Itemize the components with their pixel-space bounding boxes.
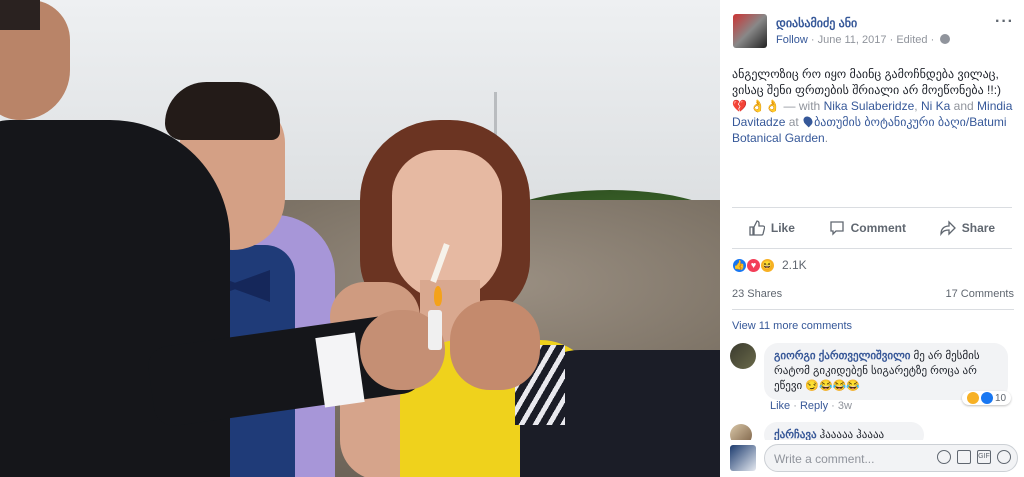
sticker-icon[interactable] [997,450,1011,464]
left-man-hair [0,0,40,30]
globe-icon[interactable] [940,34,951,44]
comment-button[interactable]: Comment [829,220,906,236]
comment-emojis: 😏😂😂😂 [805,380,861,392]
caption-text: ანგელოზიც რო იყო მაინც გამოჩნდება ვილაც,… [732,67,1002,97]
post-meta: Follow · June 11, 2017 · Edited · [776,34,951,46]
tag-link-2[interactable]: Ni Ka [921,99,950,113]
with-prefix: — with [783,99,821,113]
shares-count[interactable]: 23 Shares [732,288,782,300]
meta-dot: · [930,34,938,46]
commenter-avatar[interactable] [730,424,752,440]
left-man-suit [0,120,230,477]
like-reaction-icon: 👍 [732,257,747,273]
lighter [428,310,442,350]
post-caption: ანგელოზიც რო იყო მაინც გამოჩნდება ვილაც,… [732,66,1016,146]
comment-placeholder: Write a comment... [774,452,875,466]
comment-label: Comment [850,221,906,235]
post-side-panel: დიასამიძე ანი Follow · June 11, 2017 · E… [720,0,1024,477]
share-button[interactable]: Share [940,220,995,236]
comment-like-link[interactable]: Like [770,400,790,412]
reaction-count[interactable]: 2.1K [782,258,807,272]
comment-input[interactable]: Write a comment... GIF [764,444,1018,472]
comments-count[interactable]: 17 Comments [946,288,1014,300]
woman-face [392,150,502,300]
follow-link[interactable]: Follow [776,34,808,46]
at-label: at [788,115,799,129]
author-avatar[interactable] [733,14,767,48]
camera-icon[interactable] [957,450,971,464]
commenter-name[interactable]: ქარჩავა [774,429,817,440]
like-reaction-icon [981,392,993,404]
post-actions: Like Comment Share [732,207,1012,249]
comment-item: ქარჩავა ჰააააა ჰაააა [730,422,1020,440]
love-reaction-icon: ♥ [746,257,761,273]
share-label: Share [961,221,996,235]
meta-dot: · [831,400,838,412]
view-more-comments[interactable]: View 11 more comments [732,320,852,332]
broken-heart-emoji: 💔 [732,99,747,113]
ok-hand-emoji: 👌👌 [750,99,781,113]
and-label: and [953,99,974,113]
gif-icon[interactable]: GIF [977,450,991,464]
caption-end: . [824,131,829,145]
location-pin-icon [801,114,815,128]
comment-bubble: ქარჩავა ჰააააა ჰაააა [764,422,924,440]
composer-icons: GIF [937,450,1011,464]
tag-link-1[interactable]: Nika Sulaberidze [824,99,915,113]
comment-reply-link[interactable]: Reply [800,400,828,412]
edited-label[interactable]: Edited [896,34,927,46]
tag-separator: , [914,99,918,113]
comment-icon [829,221,844,236]
reactions-summary[interactable]: 👍 ♥ 😆 2.1K [732,256,807,274]
like-label: Like [770,221,795,235]
haha-reaction-icon: 😆 [760,257,775,273]
post-date[interactable]: June 11, 2017 [818,34,887,46]
more-options-icon[interactable]: ··· [995,13,1014,31]
comment-text: ჰააააა ჰაააა [819,429,885,440]
meta-dot: · [793,400,800,412]
comment-meta: Like · Reply · 3w [770,400,852,412]
emoji-icon[interactable] [937,450,951,464]
man-hair [165,82,280,140]
share-icon [940,220,956,236]
comment-reactions[interactable]: 10 [962,391,1012,405]
thumbs-up-icon [749,220,765,236]
post-counts: 23 Shares 17 Comments [732,278,1014,310]
commenter-name[interactable]: გიორგი ქართველიშვილი [774,350,910,362]
lighter-flame [434,286,442,306]
like-button[interactable]: Like [749,220,795,236]
right-hand [450,300,540,390]
comment-composer: Write a comment... GIF [720,440,1024,477]
comment-time[interactable]: 3w [838,400,852,412]
haha-reaction-icon [967,392,979,404]
commenter-avatar[interactable] [730,343,756,369]
post-header: დიასამიძე ანი Follow · June 11, 2017 · E… [720,0,1024,56]
meta-dot: · [810,34,818,46]
viewer-avatar[interactable] [730,445,756,471]
author-name[interactable]: დიასამიძე ანი [776,16,857,30]
post-photo[interactable] [0,0,720,477]
comment-reaction-count: 10 [995,392,1007,404]
